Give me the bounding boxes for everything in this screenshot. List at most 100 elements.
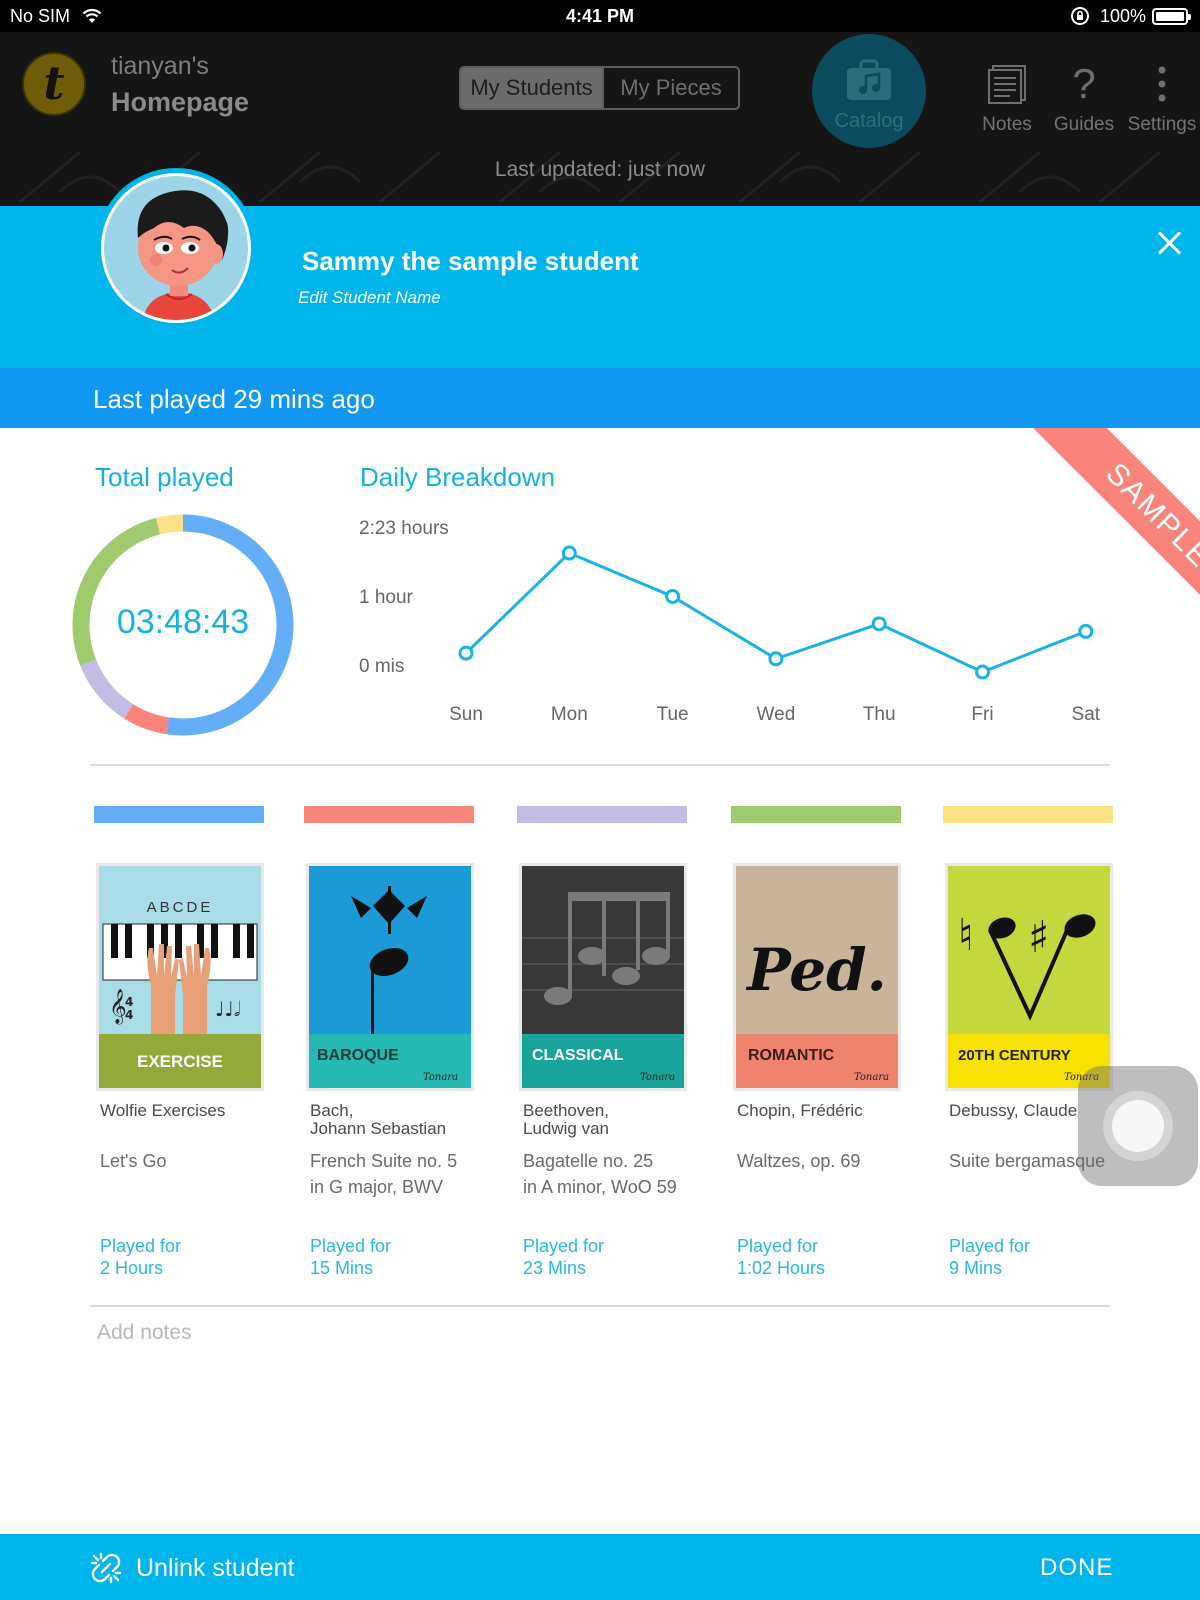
homepage-owner: tianyan's [111, 52, 209, 80]
played-for-label: Played for [737, 1236, 819, 1256]
daily-breakdown-title: Daily Breakdown [360, 462, 556, 492]
question-mark-icon: ? [1072, 60, 1096, 107]
donut-slice [155, 514, 184, 535]
romantic-cover-art: Ped. ROMANTIC Tonara [736, 866, 898, 1088]
donut-slice [72, 517, 161, 666]
last-played-text: Last played 29 mins ago [93, 384, 375, 414]
unlink-label: Unlink student [136, 1553, 295, 1582]
tab-my-students[interactable]: My Students [461, 68, 602, 108]
piece-cover-20th-century[interactable]: ♮ ♯ 20TH CENTURY Tonara [945, 863, 1113, 1091]
assistive-touch-dot [1112, 1100, 1164, 1152]
tonara-logo: Tonara [640, 1072, 675, 1083]
catalog-label: Catalog [834, 110, 904, 132]
x-tick-label: Sat [1072, 704, 1101, 725]
twentieth-century-cover-art: ♮ ♯ 20TH CENTURY Tonara [948, 866, 1110, 1088]
unlink-student-button[interactable]: Unlink student [90, 1550, 294, 1586]
piece-cover-exercise[interactable]: ABCDE 𝄞 4 4 ♩♩𝅗𝅥 EXERCISE [96, 863, 264, 1091]
pedal-marking: Ped. [745, 936, 887, 1004]
guides-label: Guides [1053, 114, 1115, 135]
sharp-sign-icon: ♯ [1028, 912, 1049, 963]
y-tick-zero: 0 mis [359, 656, 404, 677]
piece-composer: Wolfie Exercises [100, 1101, 226, 1120]
tab-my-pieces[interactable]: My Pieces [602, 68, 738, 108]
data-point [561, 545, 577, 561]
piece-title: Bagatelle no. 25 in A minor, WoO 59 [523, 1151, 677, 1197]
cover-letters: ABCDE [147, 899, 214, 916]
piece-title: Let's Go [100, 1151, 167, 1171]
quarter-notes-icon: ♩♩𝅗𝅥 [215, 997, 240, 1021]
cover-label: 20TH CENTURY [958, 1047, 1071, 1064]
section-divider [90, 764, 1110, 766]
x-tick-label: Fri [971, 704, 993, 725]
notes-button[interactable]: Notes [975, 60, 1039, 136]
data-point [975, 664, 990, 680]
piece-cover-baroque[interactable]: BAROQUE Tonara [306, 863, 474, 1091]
last-played-bar: Last played 29 mins ago [0, 368, 1200, 428]
piece-cover-romantic[interactable]: Ped. ROMANTIC Tonara [733, 863, 901, 1091]
daily-breakdown-chart: 2:23 hours 1 hour 0 mis Sun Mon Tue Wed Thu F… [359, 518, 1101, 725]
played-for-label: Played for [310, 1236, 392, 1256]
piece-title: French Suite no. 5 in G major, BWV [310, 1151, 458, 1197]
piece-composer: Bach, Johann Sebastian [310, 1101, 447, 1138]
piece-color-bar [943, 806, 1113, 823]
settings-button[interactable]: Settings [1126, 60, 1198, 136]
piece-composer: Chopin, Frédéric [737, 1101, 863, 1120]
natural-sign-icon: ♮ [958, 910, 974, 961]
baroque-cover-art: BAROQUE Tonara [309, 866, 471, 1088]
tonara-logo: Tonara [854, 1072, 889, 1083]
cover-label: EXERCISE [137, 1052, 223, 1071]
piece-color-bar [517, 806, 687, 823]
student-cartoon-illustration [137, 190, 229, 320]
logo-letter: t [43, 56, 65, 110]
played-for-label: Played for [100, 1236, 182, 1256]
time-signature: 4 [125, 1008, 133, 1022]
battery-percent: 100% [1100, 6, 1147, 26]
classical-cover-art: CLASSICAL Tonara [522, 866, 684, 1088]
catalog-bag-icon [847, 59, 891, 100]
piece-cover-classical[interactable]: CLASSICAL Tonara [519, 863, 687, 1091]
donut-slice [80, 659, 134, 719]
unlink-icon [90, 1552, 122, 1584]
settings-label: Settings [1127, 114, 1197, 135]
notes-divider [90, 1305, 1110, 1307]
homepage-title: Homepage [111, 87, 250, 117]
add-notes-field[interactable]: Add notes [97, 1321, 192, 1345]
app-logo[interactable]: t [22, 52, 86, 116]
x-tick-label: Thu [863, 704, 896, 725]
guides-button[interactable]: ? Guides [1052, 60, 1116, 136]
played-for-value: 15 Mins [310, 1258, 374, 1278]
played-for-value: 1:02 Hours [737, 1258, 826, 1278]
data-point [1078, 623, 1094, 639]
played-for-label: Played for [523, 1236, 605, 1256]
total-played-time: 03:48:43 [116, 603, 250, 641]
data-point [768, 651, 784, 667]
piece-composer: Beethoven, Ludwig van [523, 1101, 610, 1138]
status-bar: No SIM 4:41 PM 100% [0, 0, 1200, 32]
catalog-button[interactable]: Catalog [812, 34, 926, 148]
data-point [871, 616, 887, 632]
y-tick-mid: 1 hour [359, 587, 414, 608]
rotation-lock-icon [1071, 7, 1089, 25]
piece-color-bar [94, 806, 264, 823]
done-button[interactable]: DONE [1040, 1554, 1113, 1582]
piece-color-bar [304, 806, 474, 823]
donut-slice [124, 703, 170, 735]
piece-color-bar [731, 806, 901, 823]
y-tick-top: 2:23 hours [359, 518, 449, 539]
edit-student-name-link[interactable]: Edit Student Name [298, 288, 441, 308]
x-tick-label: Tue [657, 704, 689, 725]
played-for-label: Played for [949, 1236, 1031, 1256]
assistive-touch-button[interactable] [1078, 1066, 1198, 1186]
cover-label: CLASSICAL [532, 1047, 624, 1064]
piece-title: Waltzes, op. 69 [737, 1151, 861, 1171]
student-avatar-ring [96, 168, 256, 328]
x-tick-label: Wed [757, 704, 796, 725]
avatar[interactable] [101, 173, 251, 323]
total-played-title: Total played [95, 462, 234, 492]
cover-label: BAROQUE [317, 1047, 399, 1064]
view-segmented-control: My Students My Pieces [459, 66, 740, 110]
more-vertical-icon [1158, 66, 1166, 102]
time-signature: 4 [125, 995, 133, 1009]
close-icon[interactable] [1156, 230, 1182, 256]
x-tick-label: Sun [449, 704, 483, 725]
